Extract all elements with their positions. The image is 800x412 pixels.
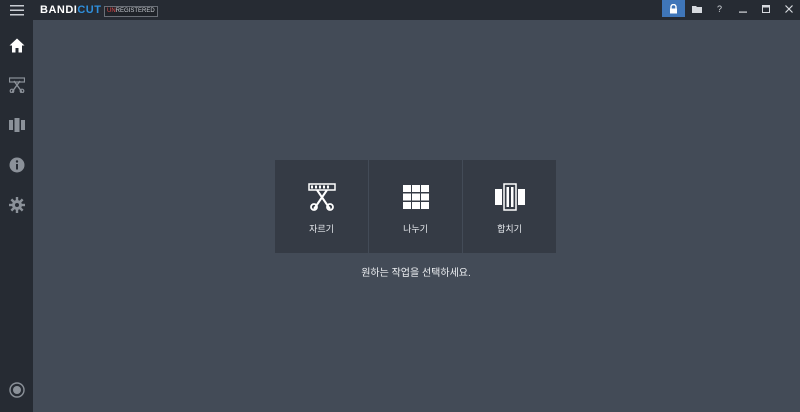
badge-suffix: REGISTERED [115, 8, 155, 14]
cut-icon [8, 77, 25, 93]
sidebar-item-record[interactable] [0, 375, 33, 405]
maximize-button[interactable] [754, 0, 777, 17]
cut-film-icon [307, 183, 336, 211]
maximize-icon [761, 4, 770, 13]
sidebar-item-home[interactable] [0, 30, 33, 60]
tile-join-label: 합치기 [497, 224, 522, 234]
action-tiles: 자르기 나누기 합치기 [275, 160, 556, 253]
split-grid-icon [402, 185, 429, 209]
unregistered-badge[interactable]: UNREGISTERED [104, 6, 158, 17]
folder-icon [691, 5, 702, 13]
close-icon [784, 4, 793, 13]
hamburger-icon [10, 4, 24, 15]
tile-cut-label: 자르기 [309, 224, 334, 234]
tile-split-label: 나누기 [403, 224, 428, 234]
minimize-icon [738, 11, 747, 13]
join-film-icon [494, 183, 525, 211]
sidebar-item-split[interactable] [0, 110, 33, 140]
window-controls: ? [662, 0, 800, 20]
sidebar-item-settings[interactable] [0, 190, 33, 220]
logo-text-bandi: BANDI [40, 4, 78, 16]
lock-button[interactable] [662, 0, 685, 17]
sidebar-item-cut[interactable] [0, 70, 33, 100]
sidebar [0, 20, 33, 412]
minimize-button[interactable] [731, 0, 754, 17]
badge-prefix: UN [107, 8, 116, 14]
home-icon [9, 38, 24, 52]
main-content: 자르기 나누기 합치기 원하는 작업을 선택하세요. [33, 20, 800, 412]
help-icon: ? [716, 3, 722, 14]
open-folder-button[interactable] [685, 0, 708, 17]
tile-join[interactable]: 합치기 [463, 160, 556, 253]
tile-split[interactable]: 나누기 [369, 160, 462, 253]
sidebar-item-info[interactable] [0, 150, 33, 180]
split-icon [8, 118, 25, 132]
app-logo: BANDI CUT [40, 3, 101, 17]
help-button[interactable]: ? [708, 0, 731, 17]
settings-icon [8, 197, 25, 213]
hamburger-menu-button[interactable] [0, 0, 34, 20]
instruction-text: 원하는 작업을 선택하세요. [361, 268, 471, 279]
logo-text-cut: CUT [77, 4, 102, 16]
tile-cut[interactable]: 자르기 [275, 160, 368, 253]
info-icon [9, 157, 24, 173]
close-button[interactable] [777, 0, 800, 17]
title-bar: BANDI CUT UNREGISTERED ? [0, 0, 800, 20]
record-icon [8, 382, 25, 398]
lock-icon [670, 3, 677, 13]
